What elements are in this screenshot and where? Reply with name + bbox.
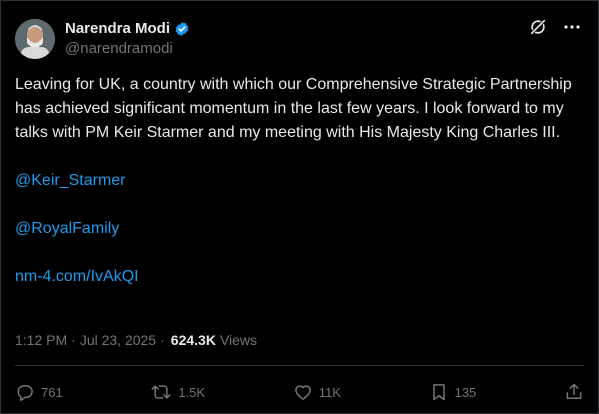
avatar-image bbox=[15, 19, 55, 59]
reply-button[interactable]: 761 bbox=[15, 382, 63, 402]
views-label: Views bbox=[219, 332, 258, 348]
repost-count: 1.5K bbox=[178, 384, 206, 400]
mention-link-keir-starmer[interactable]: @Keir_Starmer bbox=[15, 169, 585, 193]
author-names: Narendra Modi @narendramodi bbox=[65, 20, 190, 58]
bookmark-button[interactable]: 135 bbox=[429, 382, 477, 402]
like-count: 11K bbox=[318, 384, 341, 400]
post-content: Leaving for UK, a country with which our… bbox=[15, 73, 585, 289]
divider bbox=[15, 365, 584, 366]
post-text: Leaving for UK, a country with which our… bbox=[15, 76, 572, 141]
bookmark-count: 135 bbox=[454, 384, 477, 400]
share-button[interactable] bbox=[564, 382, 584, 402]
more-icon[interactable] bbox=[562, 17, 582, 37]
meta-separator: · bbox=[71, 332, 76, 348]
post-header: Narendra Modi @narendramodi bbox=[15, 15, 582, 63]
post-card: Narendra Modi @narendramodi Leaving for … bbox=[0, 0, 599, 414]
author-display-name[interactable]: Narendra Modi bbox=[65, 20, 170, 38]
reply-icon bbox=[17, 385, 33, 402]
header-actions bbox=[528, 17, 582, 37]
display-name-row: Narendra Modi bbox=[65, 20, 190, 38]
repost-icon bbox=[151, 385, 171, 399]
avatar[interactable] bbox=[15, 19, 55, 59]
repost-button[interactable]: 1.5K bbox=[150, 382, 205, 402]
meta-separator-2: · bbox=[160, 332, 165, 348]
url-link[interactable]: nm-4.com/IvAkQI bbox=[15, 265, 585, 289]
like-button[interactable]: 11K bbox=[293, 382, 341, 402]
like-icon bbox=[294, 385, 311, 400]
verified-badge-icon bbox=[175, 22, 189, 36]
post-date[interactable]: Jul 23, 2025 bbox=[80, 330, 156, 350]
author-handle[interactable]: @narendramodi bbox=[65, 40, 190, 58]
mention-link-royal-family[interactable]: @RoyalFamily bbox=[15, 217, 585, 241]
views-count: 624.3K bbox=[170, 332, 216, 348]
grok-icon[interactable] bbox=[528, 17, 548, 37]
post-meta: 1:12 PM · Jul 23, 2025 · 624.3K Views bbox=[15, 330, 257, 350]
share-icon bbox=[566, 383, 582, 399]
reply-count: 761 bbox=[41, 384, 63, 400]
action-bar: 761 1.5K 11K 135 bbox=[15, 376, 584, 408]
post-time[interactable]: 1:12 PM bbox=[15, 330, 67, 350]
bookmark-icon bbox=[432, 384, 445, 401]
